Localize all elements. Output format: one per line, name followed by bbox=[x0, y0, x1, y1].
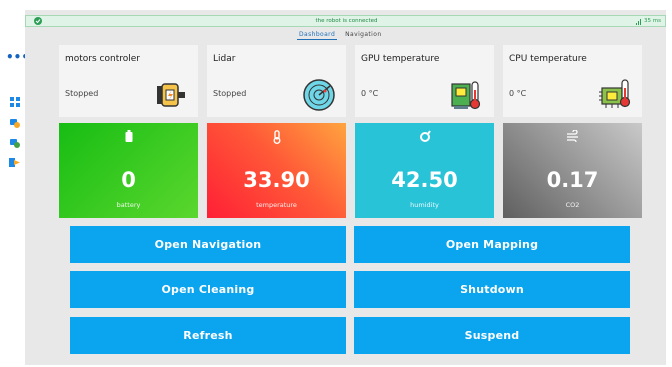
co2-label: CO2 bbox=[565, 201, 580, 209]
gpu-thermometer-icon bbox=[450, 78, 484, 112]
shutdown-button[interactable]: Shutdown bbox=[354, 271, 630, 308]
card-status: Stopped bbox=[65, 89, 99, 98]
card-status: Stopped bbox=[213, 89, 247, 98]
gpu-temperature-card: GPU temperature 0 °C bbox=[355, 45, 494, 117]
left-rail: ••• bbox=[0, 0, 29, 367]
co2-value: 0.17 bbox=[546, 168, 599, 192]
co2-tile: 0.17 CO2 bbox=[503, 123, 642, 218]
signal-strength: 35 ms bbox=[636, 17, 661, 25]
motor-icon bbox=[154, 78, 188, 112]
suspend-button[interactable]: Suspend bbox=[354, 317, 630, 354]
connection-status-text: the robot is connected bbox=[315, 18, 378, 24]
wind-icon bbox=[503, 130, 642, 142]
humidity-tile: 42.50 humidity bbox=[355, 123, 494, 218]
battery-value: 0 bbox=[121, 168, 136, 192]
card-title: CPU temperature bbox=[509, 54, 587, 64]
open-navigation-button[interactable]: Open Navigation bbox=[70, 226, 346, 263]
battery-icon bbox=[59, 130, 198, 142]
logout-icon[interactable] bbox=[9, 157, 20, 168]
card-title: GPU temperature bbox=[361, 54, 440, 64]
card-value: 0 °C bbox=[509, 89, 527, 98]
connection-status-bar: the robot is connected 35 ms bbox=[25, 15, 666, 27]
battery-label: battery bbox=[116, 201, 141, 209]
temperature-tile: 33.90 temperature bbox=[207, 123, 346, 218]
droplet-icon bbox=[355, 130, 494, 142]
humidity-label: humidity bbox=[410, 201, 439, 209]
battery-tile: 0 battery bbox=[59, 123, 198, 218]
signal-bars-icon bbox=[636, 23, 638, 25]
tab-dashboard[interactable]: Dashboard bbox=[297, 31, 338, 40]
open-mapping-button[interactable]: Open Mapping bbox=[354, 226, 630, 263]
card-title: motors controler bbox=[65, 54, 140, 64]
robot-settings-icon[interactable] bbox=[9, 117, 20, 128]
dashboard-icon[interactable] bbox=[9, 96, 20, 107]
radar-icon bbox=[302, 78, 336, 112]
humidity-value: 42.50 bbox=[391, 168, 458, 192]
cpu-thermometer-icon bbox=[598, 78, 632, 112]
robot-add-icon[interactable] bbox=[9, 137, 20, 148]
view-tabs: Dashboard Navigation bbox=[297, 31, 384, 40]
thermometer-icon bbox=[207, 130, 346, 144]
latency-text: 35 ms bbox=[644, 18, 661, 24]
open-cleaning-button[interactable]: Open Cleaning bbox=[70, 271, 346, 308]
tab-navigation[interactable]: Navigation bbox=[343, 31, 383, 40]
lidar-card: Lidar Stopped bbox=[207, 45, 346, 117]
temperature-label: temperature bbox=[256, 201, 297, 209]
card-title: Lidar bbox=[213, 54, 236, 64]
cpu-temperature-card: CPU temperature 0 °C bbox=[503, 45, 642, 117]
temperature-value: 33.90 bbox=[243, 168, 310, 192]
card-value: 0 °C bbox=[361, 89, 379, 98]
refresh-button[interactable]: Refresh bbox=[70, 317, 346, 354]
dashboard-panel: the robot is connected 35 ms Dashboard N… bbox=[25, 10, 666, 365]
motors-controller-card: motors controler Stopped bbox=[59, 45, 198, 117]
